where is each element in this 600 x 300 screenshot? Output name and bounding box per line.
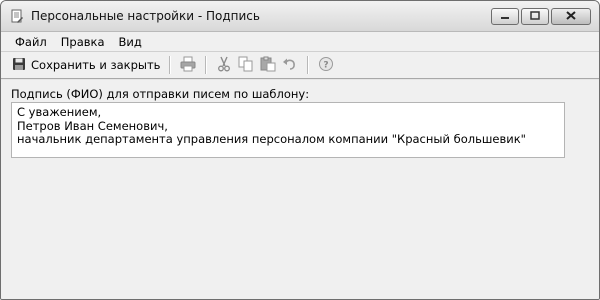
copy-button[interactable] bbox=[237, 56, 255, 74]
toolbar-separator bbox=[169, 56, 172, 74]
menu-file[interactable]: Файл bbox=[8, 35, 54, 49]
close-icon bbox=[566, 10, 576, 23]
cut-button[interactable] bbox=[215, 56, 233, 74]
svg-text:?: ? bbox=[324, 60, 329, 70]
undo-icon bbox=[282, 56, 298, 75]
window-title: Персональные настройки - Подпись bbox=[31, 9, 260, 23]
title-bar[interactable]: Персональные настройки - Подпись bbox=[1, 1, 599, 32]
help-button[interactable]: ? bbox=[317, 56, 335, 74]
print-icon bbox=[180, 56, 196, 75]
signature-line-1: С уважением, bbox=[17, 105, 102, 119]
minimize-icon bbox=[500, 10, 510, 23]
menu-edit[interactable]: Правка bbox=[54, 35, 112, 49]
copy-icon bbox=[238, 56, 254, 75]
toolbar-separator bbox=[307, 56, 310, 74]
document-icon bbox=[10, 9, 24, 23]
save-and-close-label: Сохранить и закрыть bbox=[31, 58, 161, 72]
signature-line-2: Петров Иван Семенович, bbox=[17, 118, 168, 133]
signature-textarea[interactable]: С уважением, Петров Иван Семенович, началь… bbox=[11, 102, 565, 158]
signature-label: Подпись (ФИО) для отправки писем по шабл… bbox=[11, 87, 310, 101]
undo-button[interactable] bbox=[281, 56, 299, 74]
print-button[interactable] bbox=[179, 56, 197, 74]
maximize-icon bbox=[530, 10, 540, 23]
save-icon bbox=[12, 57, 26, 74]
cut-icon bbox=[216, 56, 232, 75]
app-window: Персональные настройки - Подпись Файл Пр… bbox=[0, 0, 600, 300]
maximize-button[interactable] bbox=[521, 8, 549, 25]
toolbar-separator bbox=[205, 56, 208, 74]
paste-button[interactable] bbox=[259, 56, 277, 74]
menu-bar: Файл Правка Вид bbox=[1, 32, 599, 51]
minimize-button[interactable] bbox=[491, 8, 519, 25]
menu-view[interactable]: Вид bbox=[112, 35, 149, 49]
content-area: Подпись (ФИО) для отправки писем по шабл… bbox=[1, 79, 599, 299]
window-controls bbox=[491, 8, 591, 25]
paste-icon bbox=[260, 56, 276, 75]
toolbar: Сохранить и закрыть ? bbox=[1, 51, 599, 79]
close-button[interactable] bbox=[551, 8, 591, 25]
help-icon: ? bbox=[318, 56, 334, 75]
signature-line-3: начальник департамента управления персон… bbox=[17, 132, 526, 146]
save-and-close-button[interactable]: Сохранить и закрыть bbox=[9, 57, 163, 74]
